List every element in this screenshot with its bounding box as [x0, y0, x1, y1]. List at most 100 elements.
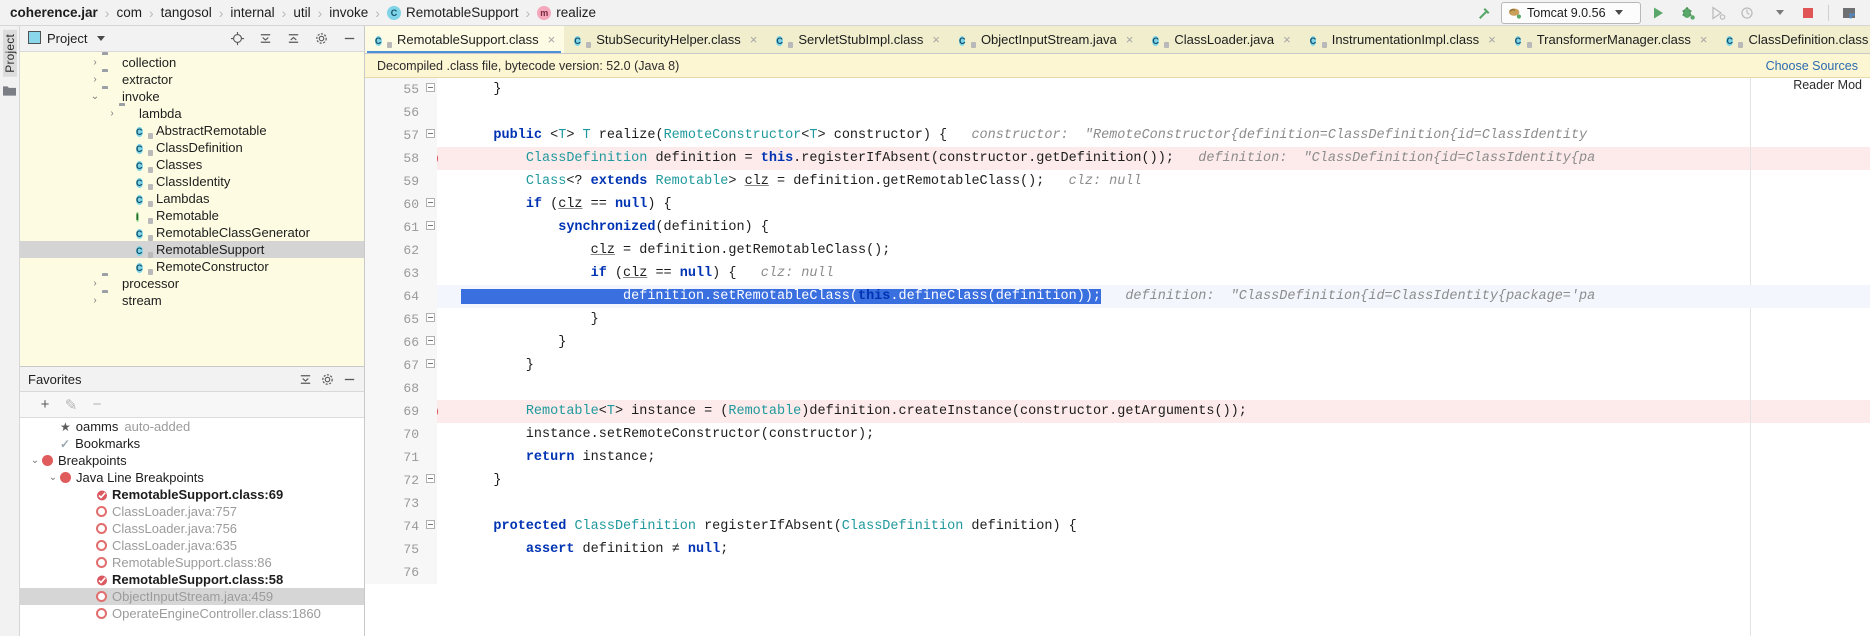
code-line[interactable]: 75 assert definition ≠ null;	[365, 538, 1870, 561]
layout-icon[interactable]	[1836, 2, 1862, 24]
fold-gutter[interactable]	[423, 308, 437, 331]
code-text[interactable]: if (clz == null) { clz: null	[437, 262, 1870, 285]
breadcrumb-item-com[interactable]: com	[116, 5, 142, 20]
breadcrumb-item-internal[interactable]: internal	[230, 5, 274, 20]
code-text[interactable]: }	[437, 331, 1870, 354]
favorites-item[interactable]: RemotableSupport.class:58	[20, 571, 364, 588]
tree-node-lambda[interactable]: › lambda	[20, 105, 364, 122]
code-line[interactable]: 76	[365, 561, 1870, 584]
chevron-right-icon[interactable]: ›	[88, 57, 102, 68]
breadcrumb-item-tangosol[interactable]: tangosol	[161, 5, 212, 20]
code-line[interactable]: 68	[365, 377, 1870, 400]
code-line[interactable]: 71 return instance;	[365, 446, 1870, 469]
line-number[interactable]: 70	[365, 423, 423, 446]
fold-gutter[interactable]	[423, 469, 437, 492]
breadcrumb-item-util[interactable]: util	[293, 5, 310, 20]
locate-icon[interactable]	[226, 28, 248, 50]
fold-collapse-icon[interactable]	[426, 83, 435, 92]
editor-tab-remotablesupport-class[interactable]: C RemotableSupport.class ×	[365, 26, 565, 53]
code-text[interactable]: synchronized(definition) {	[437, 216, 1870, 239]
project-tree[interactable]: › collection › extractor ⌄ invoke › lambda C Abst…	[20, 52, 364, 366]
code-viewport[interactable]: 55 } 56 57 public <T> T realize(RemoteCons…	[365, 78, 1870, 636]
stop-icon[interactable]	[1795, 2, 1821, 24]
favorites-item[interactable]: ✓ Bookmarks	[20, 435, 364, 452]
code-line[interactable]: 57 public <T> T realize(RemoteConstructo…	[365, 124, 1870, 147]
favorites-item[interactable]: ClassLoader.java:756	[20, 520, 364, 537]
fold-gutter[interactable]	[423, 331, 437, 354]
code-text[interactable]: assert definition ≠ null;	[437, 538, 1870, 561]
line-number[interactable]: 66	[365, 331, 423, 354]
line-number[interactable]: 76	[365, 561, 423, 584]
breakpoint-ring-icon[interactable]	[96, 506, 107, 517]
favorites-item[interactable]: RemotableSupport.class:86	[20, 554, 364, 571]
favorites-item[interactable]: RemotableSupport.class:69	[20, 486, 364, 503]
fold-gutter[interactable]	[423, 101, 437, 124]
chevron-right-icon[interactable]: ›	[88, 74, 102, 85]
code-line[interactable]: 64 definition.setRemotableClass(this.def…	[365, 285, 1870, 308]
line-number[interactable]: 68	[365, 377, 423, 400]
run-configuration-selector[interactable]: Tomcat 9.0.56	[1501, 1, 1641, 24]
chevron-right-icon[interactable]: ›	[105, 108, 119, 119]
code-text[interactable]: public <T> T realize(RemoteConstructor<T…	[437, 124, 1870, 147]
code-line[interactable]: 56	[365, 101, 1870, 124]
close-icon[interactable]: ×	[1488, 32, 1496, 47]
editor-tab-classloader-java[interactable]: C ClassLoader.java ×	[1142, 26, 1299, 53]
hide-icon[interactable]	[338, 28, 360, 50]
code-text[interactable]: if (clz == null) {	[437, 193, 1870, 216]
fold-collapse-icon[interactable]	[426, 520, 435, 529]
fold-gutter[interactable]	[423, 423, 437, 446]
code-line[interactable]: 70 instance.setRemoteConstructor(constru…	[365, 423, 1870, 446]
fold-gutter[interactable]	[423, 400, 437, 423]
breakpoint-ring-icon[interactable]	[96, 591, 107, 602]
tree-node-collection[interactable]: › collection	[20, 54, 364, 71]
line-number[interactable]: 73	[365, 492, 423, 515]
fold-gutter[interactable]	[423, 239, 437, 262]
rail-button-project[interactable]: Project	[2, 30, 17, 77]
expand-all-icon[interactable]	[282, 28, 304, 50]
chevron-down-icon[interactable]	[1765, 2, 1791, 24]
line-number[interactable]: 57	[365, 124, 423, 147]
line-number[interactable]: 75	[365, 538, 423, 561]
code-line[interactable]: 60 if (clz == null) {	[365, 193, 1870, 216]
fold-gutter[interactable]	[423, 78, 437, 101]
collapse-all-icon[interactable]	[254, 28, 276, 50]
edit-favorite-button[interactable]: ✎	[60, 394, 82, 416]
chevron-right-icon[interactable]: ›	[88, 278, 102, 289]
remove-favorite-button[interactable]: −	[86, 394, 108, 416]
code-text[interactable]: }	[437, 308, 1870, 331]
code-line[interactable]: 66 }	[365, 331, 1870, 354]
favorites-item[interactable]: OperateEngineController.class:1860	[20, 605, 364, 622]
tree-node-classes[interactable]: C Classes	[20, 156, 364, 173]
code-line[interactable]: 73	[365, 492, 1870, 515]
code-text[interactable]: return instance;	[437, 446, 1870, 469]
tree-node-stream[interactable]: › stream	[20, 292, 364, 309]
code-text[interactable]: ClassDefinition definition = this.regist…	[437, 147, 1870, 170]
chevron-right-icon[interactable]: ›	[88, 295, 102, 306]
tree-node-invoke[interactable]: ⌄ invoke	[20, 88, 364, 105]
code-line[interactable]: 69 Remotable<T> instance = (Remotable)de…	[365, 400, 1870, 423]
favorites-item[interactable]: ObjectInputStream.java:459	[20, 588, 364, 605]
tree-node-lambdas[interactable]: C Lambdas	[20, 190, 364, 207]
fold-gutter[interactable]	[423, 262, 437, 285]
favorites-item[interactable]: ⌄ Breakpoints	[20, 452, 364, 469]
code-line[interactable]: 58 ClassDefinition definition = this.reg…	[365, 147, 1870, 170]
fold-gutter[interactable]	[423, 193, 437, 216]
code-line[interactable]: 65 }	[365, 308, 1870, 331]
fold-gutter[interactable]	[423, 377, 437, 400]
fold-collapse-icon[interactable]	[426, 129, 435, 138]
line-number[interactable]: 55	[365, 78, 423, 101]
editor-tab-transformermanager-class[interactable]: C TransformerManager.class ×	[1505, 26, 1717, 53]
editor-tab-servletstubimpl-class[interactable]: C ServletStubImpl.class ×	[766, 26, 949, 53]
tree-node-processor[interactable]: › processor	[20, 275, 364, 292]
tree-node-remotablesupport[interactable]: C RemotableSupport	[20, 241, 364, 258]
code-line[interactable]: 61 synchronized(definition) {	[365, 216, 1870, 239]
fold-gutter[interactable]	[423, 354, 437, 377]
code-line[interactable]: 59 Class<? extends Remotable> clz = defi…	[365, 170, 1870, 193]
code-text[interactable]: Remotable<T> instance = (Remotable)defin…	[437, 400, 1870, 423]
line-number[interactable]: 74	[365, 515, 423, 538]
favorites-item[interactable]: ★ oamms auto-added	[20, 418, 364, 435]
breakpoint-ring-icon[interactable]	[96, 540, 107, 551]
line-number[interactable]: 65	[365, 308, 423, 331]
fold-collapse-icon[interactable]	[426, 221, 435, 230]
code-text[interactable]: }	[437, 354, 1870, 377]
